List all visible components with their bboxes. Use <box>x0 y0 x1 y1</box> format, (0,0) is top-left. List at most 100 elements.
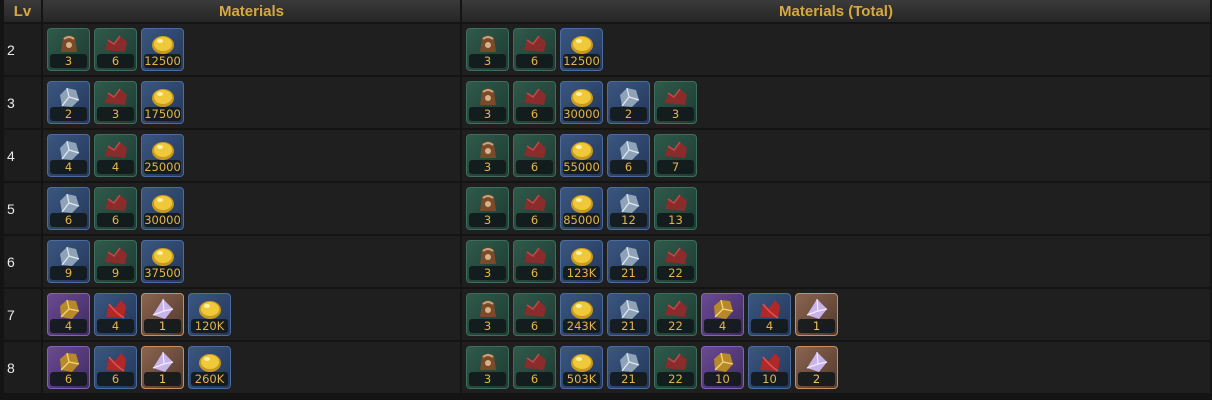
red-cloth-icon <box>102 138 130 162</box>
material-item[interactable]: 55000 <box>560 134 603 177</box>
material-quantity: 9 <box>50 266 87 280</box>
material-quantity: 6 <box>97 372 134 386</box>
material-item[interactable]: 6 <box>607 134 650 177</box>
material-item[interactable]: 3 <box>47 28 90 71</box>
level-cell: 7 <box>4 289 43 340</box>
material-item[interactable]: 6 <box>513 240 556 283</box>
material-quantity: 21 <box>610 372 647 386</box>
red-cloth-icon <box>521 297 549 321</box>
material-item[interactable]: 2 <box>795 346 838 389</box>
material-item[interactable]: 6 <box>47 187 90 230</box>
level-cell: 3 <box>4 77 43 128</box>
material-item[interactable]: 7 <box>654 134 697 177</box>
material-item[interactable]: 22 <box>654 240 697 283</box>
material-item[interactable]: 12500 <box>141 28 184 71</box>
material-item[interactable]: 12 <box>607 187 650 230</box>
material-item[interactable]: 9 <box>94 240 137 283</box>
material-item[interactable]: 6 <box>513 134 556 177</box>
material-item[interactable]: 3 <box>466 187 509 230</box>
gold-coin-icon <box>196 350 224 374</box>
material-item[interactable]: 17500 <box>141 81 184 124</box>
material-item[interactable]: 6 <box>513 346 556 389</box>
silver-ore-icon <box>615 244 643 268</box>
silver-ore-icon <box>615 85 643 109</box>
material-item[interactable]: 1 <box>141 293 184 336</box>
materials-cell: 4 4 25000 <box>43 130 462 181</box>
material-item[interactable]: 3 <box>654 81 697 124</box>
material-item[interactable]: 1 <box>141 346 184 389</box>
material-item[interactable]: 10 <box>748 346 791 389</box>
red-cloth-icon <box>521 350 549 374</box>
materials-cell: 6 6 30000 <box>43 183 462 234</box>
material-item[interactable]: 21 <box>607 240 650 283</box>
header-materials-total[interactable]: Materials (Total) <box>462 0 1212 22</box>
material-item[interactable]: 37500 <box>141 240 184 283</box>
material-item[interactable]: 6 <box>513 81 556 124</box>
material-quantity: 1 <box>144 372 181 386</box>
material-quantity: 85000 <box>563 213 600 227</box>
material-item[interactable]: 6 <box>513 293 556 336</box>
material-item[interactable]: 30000 <box>560 81 603 124</box>
material-item[interactable]: 4 <box>748 293 791 336</box>
material-item[interactable]: 3 <box>466 346 509 389</box>
table-row: 8 6 6 1 260K 3 6 503K 21 22 10 10 2 <box>4 342 1212 393</box>
material-item[interactable]: 2 <box>47 81 90 124</box>
material-quantity: 12500 <box>563 54 600 68</box>
material-item[interactable]: 3 <box>466 293 509 336</box>
materials-total-cell: 3 6 123K 21 22 <box>462 236 1212 287</box>
gold-coin-icon <box>568 32 596 56</box>
material-quantity: 2 <box>798 372 835 386</box>
material-quantity: 3 <box>469 319 506 333</box>
red-cloth-icon <box>662 297 690 321</box>
material-item[interactable]: 3 <box>94 81 137 124</box>
material-item[interactable]: 3 <box>466 28 509 71</box>
material-item[interactable]: 6 <box>94 28 137 71</box>
material-item[interactable]: 1 <box>795 293 838 336</box>
material-item[interactable]: 6 <box>47 346 90 389</box>
material-item[interactable]: 4 <box>94 134 137 177</box>
material-item[interactable]: 30000 <box>141 187 184 230</box>
material-item[interactable]: 25000 <box>141 134 184 177</box>
material-quantity: 6 <box>516 266 553 280</box>
material-item[interactable]: 13 <box>654 187 697 230</box>
material-quantity: 30000 <box>144 213 181 227</box>
material-item[interactable]: 123K <box>560 240 603 283</box>
material-item[interactable]: 6 <box>94 346 137 389</box>
material-item[interactable]: 3 <box>466 81 509 124</box>
table-row: 7 4 4 1 120K 3 6 243K 21 22 4 4 1 <box>4 289 1212 340</box>
material-item[interactable]: 10 <box>701 346 744 389</box>
leather-pouch-icon <box>474 32 502 56</box>
material-item[interactable]: 2 <box>607 81 650 124</box>
material-item[interactable]: 12500 <box>560 28 603 71</box>
material-item[interactable]: 4 <box>47 134 90 177</box>
leather-pouch-icon <box>474 138 502 162</box>
material-quantity: 3 <box>469 160 506 174</box>
material-item[interactable]: 4 <box>94 293 137 336</box>
material-item[interactable]: 22 <box>654 293 697 336</box>
material-item[interactable]: 120K <box>188 293 231 336</box>
material-item[interactable]: 4 <box>701 293 744 336</box>
level-cell: 8 <box>4 342 43 393</box>
material-item[interactable]: 6 <box>94 187 137 230</box>
gold-coin-icon <box>568 350 596 374</box>
material-item[interactable]: 22 <box>654 346 697 389</box>
gold-ore-icon <box>55 297 83 321</box>
material-item[interactable]: 21 <box>607 346 650 389</box>
material-item[interactable]: 6 <box>513 28 556 71</box>
silver-ore-icon <box>55 191 83 215</box>
material-item[interactable]: 3 <box>466 240 509 283</box>
material-item[interactable]: 503K <box>560 346 603 389</box>
material-item[interactable]: 9 <box>47 240 90 283</box>
material-item[interactable]: 85000 <box>560 187 603 230</box>
header-materials[interactable]: Materials <box>43 0 462 22</box>
material-item[interactable]: 6 <box>513 187 556 230</box>
material-item[interactable]: 3 <box>466 134 509 177</box>
material-quantity: 22 <box>657 372 694 386</box>
material-item[interactable]: 21 <box>607 293 650 336</box>
material-item[interactable]: 243K <box>560 293 603 336</box>
material-item[interactable]: 4 <box>47 293 90 336</box>
header-lv[interactable]: Lv <box>4 0 43 22</box>
materials-total-cell: 3 6 55000 6 7 <box>462 130 1212 181</box>
material-item[interactable]: 260K <box>188 346 231 389</box>
material-quantity: 123K <box>563 266 600 280</box>
